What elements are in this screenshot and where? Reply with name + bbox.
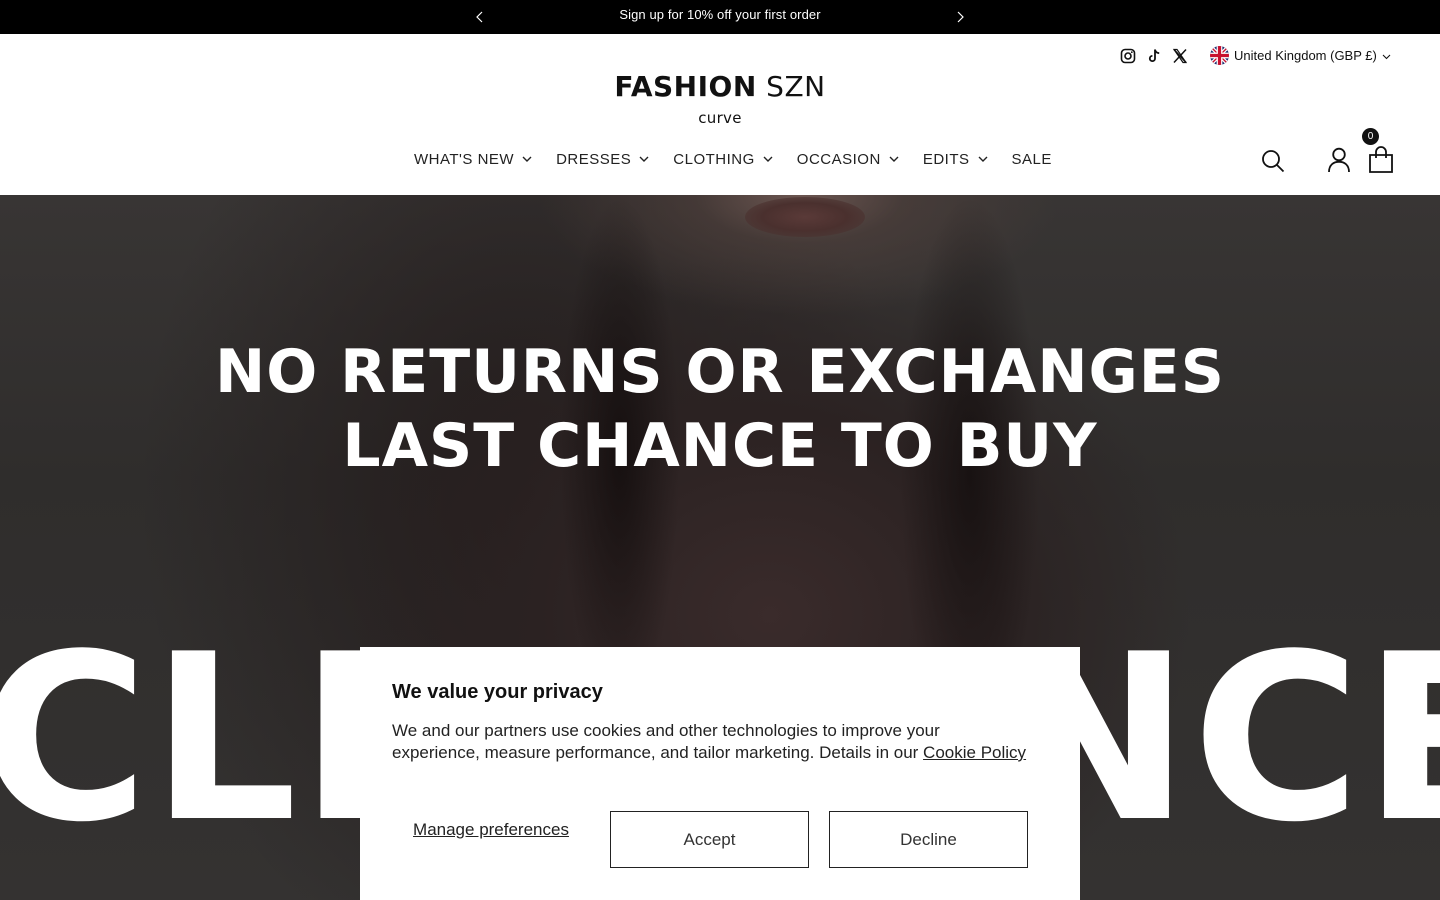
country-selector-label: United Kingdom (GBP £) xyxy=(1234,48,1377,63)
chevron-right-icon xyxy=(957,11,964,23)
nav-label: EDITS xyxy=(922,151,970,168)
cookie-body-text: We and our partners use cookies and othe… xyxy=(392,721,940,762)
instagram-icon[interactable] xyxy=(1120,48,1136,64)
account-icon[interactable] xyxy=(1327,147,1351,178)
cookie-title: We value your privacy xyxy=(392,681,603,703)
announcement-message[interactable]: Sign up for 10% off your first order xyxy=(0,7,1440,22)
uk-flag-icon xyxy=(1210,46,1229,65)
nav-item-occasion[interactable]: OCCASION xyxy=(797,151,899,168)
chevron-down-icon xyxy=(889,156,899,163)
x-icon[interactable] xyxy=(1172,48,1188,64)
logo-light: SZN xyxy=(766,70,826,103)
decline-button[interactable]: Decline xyxy=(829,811,1028,868)
nav-item-edits[interactable]: EDITS xyxy=(923,151,988,168)
social-links xyxy=(1120,48,1188,64)
hero-line-1: NO RETURNS OR EXCHANGES xyxy=(214,337,1225,407)
accept-button[interactable]: Accept xyxy=(610,811,809,868)
chevron-down-icon xyxy=(1382,48,1391,63)
chevron-down-icon xyxy=(522,156,532,163)
tiktok-icon[interactable] xyxy=(1146,48,1162,64)
nav-item-dresses[interactable]: DRESSES xyxy=(556,151,649,168)
hero-headline: NO RETURNS OR EXCHANGES LAST CHANCE TO B… xyxy=(0,335,1440,483)
nav-item-clothing[interactable]: CLOTHING xyxy=(673,151,773,168)
announcement-next-button[interactable] xyxy=(952,8,968,26)
logo-bold: FASHION xyxy=(614,70,757,103)
nav-label: WHAT'S NEW xyxy=(414,151,515,168)
site-logo[interactable]: FASHION SZN curve xyxy=(0,70,1440,127)
announcement-bar: Sign up for 10% off your first order xyxy=(0,0,1440,34)
nav-item-whats-new[interactable]: WHAT'S NEW xyxy=(414,151,532,168)
hero-line-2: LAST CHANCE TO BUY xyxy=(342,411,1098,481)
site-header: United Kingdom (GBP £) FASHION SZN curve… xyxy=(0,34,1440,195)
nav-label: DRESSES xyxy=(556,151,632,168)
cart-count-badge: 0 xyxy=(1362,128,1379,145)
cookie-actions: Manage preferences Accept Decline xyxy=(392,811,1048,868)
cookie-policy-link[interactable]: Cookie Policy xyxy=(923,743,1026,762)
hero-image-detail xyxy=(745,197,865,237)
cart-icon[interactable] xyxy=(1368,146,1394,179)
chevron-down-icon xyxy=(763,156,773,163)
nav-item-sale[interactable]: SALE xyxy=(1012,151,1052,168)
chevron-down-icon xyxy=(639,156,649,163)
nav-label: CLOTHING xyxy=(673,151,755,168)
chevron-down-icon xyxy=(978,156,988,163)
nav-label: SALE xyxy=(1011,151,1052,168)
cookie-body: We and our partners use cookies and othe… xyxy=(392,720,1032,764)
nav-label: OCCASION xyxy=(796,151,881,168)
country-selector[interactable]: United Kingdom (GBP £) xyxy=(1210,46,1391,65)
search-icon[interactable] xyxy=(1261,149,1285,178)
cookie-consent-dialog: We value your privacy We and our partner… xyxy=(360,647,1080,900)
logo-sub: curve xyxy=(698,109,742,127)
main-nav: WHAT'S NEW DRESSES CLOTHING OCCASION EDI… xyxy=(414,151,1052,168)
manage-preferences-link[interactable]: Manage preferences xyxy=(392,819,590,840)
